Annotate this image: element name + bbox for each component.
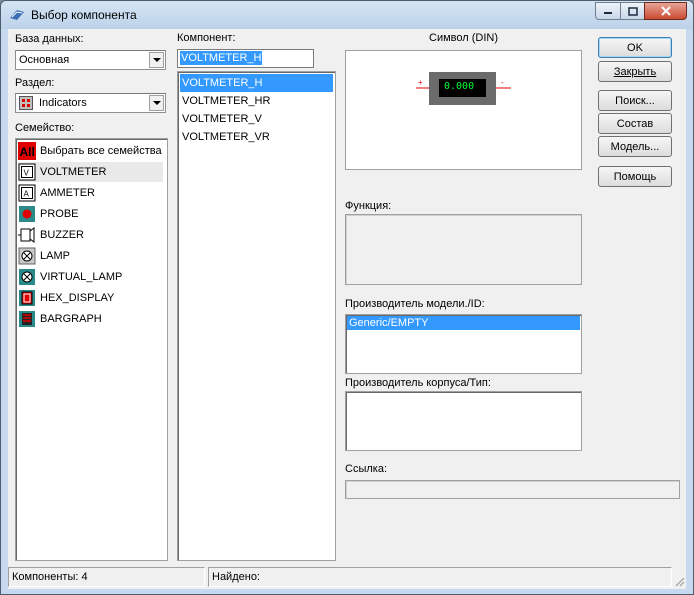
probe-icon bbox=[19, 206, 35, 222]
virtual-lamp-icon bbox=[19, 269, 35, 285]
dialog-client: База данных: Основная Раздел: Indicators… bbox=[8, 29, 686, 589]
status-found: Найдено: bbox=[208, 567, 672, 587]
family-item-ammeter[interactable]: A AMMETER bbox=[18, 183, 163, 203]
group-label: Раздел: bbox=[15, 77, 55, 89]
model-button[interactable]: Модель... bbox=[598, 136, 672, 157]
family-item-label: BUZZER bbox=[40, 229, 84, 241]
maximize-button[interactable] bbox=[620, 2, 645, 20]
hex-display-icon bbox=[19, 290, 35, 306]
database-label: База данных: bbox=[15, 33, 84, 45]
indicators-icon bbox=[19, 96, 33, 110]
group-select[interactable]: Indicators bbox=[15, 93, 166, 113]
link-label: Ссылка: bbox=[345, 463, 387, 475]
family-label: Семейство: bbox=[15, 122, 75, 134]
family-item-label: AMMETER bbox=[40, 187, 95, 199]
buzzer-icon bbox=[18, 227, 35, 243]
package-manufacturer-list[interactable] bbox=[345, 391, 582, 451]
component-search-input[interactable]: VOLTMETER_H bbox=[177, 49, 314, 68]
voltmeter-icon: V bbox=[18, 163, 36, 181]
link-field bbox=[345, 480, 680, 499]
dialog-window: Выбор компонента База данных: Основная Р… bbox=[0, 0, 694, 595]
close-window-button[interactable] bbox=[644, 2, 687, 20]
resize-grip-icon[interactable] bbox=[673, 575, 685, 587]
family-item-label: BARGRAPH bbox=[40, 313, 102, 325]
svg-text:V: V bbox=[24, 169, 30, 178]
model-manufacturer-list[interactable]: Generic/EMPTY bbox=[345, 314, 582, 374]
family-item-label: VIRTUAL_LAMP bbox=[40, 271, 123, 283]
family-item-probe[interactable]: PROBE bbox=[18, 204, 163, 224]
model-manufacturer-item[interactable]: Generic/EMPTY bbox=[347, 316, 580, 330]
package-manufacturer-label: Производитель корпуса/Тип: bbox=[345, 377, 491, 389]
voltmeter-symbol-icon bbox=[416, 72, 511, 105]
family-item-label: VOLTMETER bbox=[40, 166, 107, 178]
family-item-label: LAMP bbox=[40, 250, 70, 262]
family-item-all[interactable]: All Выбрать все семейства bbox=[18, 141, 163, 161]
component-item[interactable]: VOLTMETER_H bbox=[180, 74, 333, 92]
close-button-label: Закрыть bbox=[613, 65, 657, 78]
group-value: Indicators bbox=[39, 97, 87, 109]
close-button[interactable]: Закрыть bbox=[598, 61, 672, 82]
family-item-lamp[interactable]: LAMP bbox=[18, 246, 163, 266]
lamp-icon bbox=[18, 247, 36, 265]
symbol-label: Символ (DIN) bbox=[429, 32, 498, 44]
family-item-hex-display[interactable]: HEX_DISPLAY bbox=[18, 288, 163, 308]
database-value: Основная bbox=[19, 54, 70, 66]
database-dropdown-button[interactable] bbox=[149, 52, 164, 68]
bargraph-icon bbox=[19, 311, 35, 327]
symbol-preview: + - 0.000 bbox=[345, 50, 582, 170]
component-item[interactable]: VOLTMETER_VR bbox=[180, 128, 333, 146]
database-select[interactable]: Основная bbox=[15, 50, 166, 70]
component-label: Компонент: bbox=[177, 32, 236, 44]
svg-text:All: All bbox=[20, 145, 35, 159]
ammeter-icon: A bbox=[18, 184, 36, 202]
group-dropdown-button[interactable] bbox=[149, 95, 164, 111]
title-bar[interactable]: Выбор компонента bbox=[1, 1, 693, 29]
detail-button[interactable]: Состав bbox=[598, 113, 672, 134]
family-item-virtual-lamp[interactable]: VIRTUAL_LAMP bbox=[18, 267, 163, 287]
meter-plus-label: + bbox=[418, 78, 423, 87]
family-item-voltmeter[interactable]: V VOLTMETER bbox=[18, 162, 163, 182]
svg-text:A: A bbox=[24, 190, 30, 199]
family-item-label: PROBE bbox=[40, 208, 79, 220]
chevron-down-icon bbox=[152, 57, 161, 62]
window-title: Выбор компонента bbox=[31, 8, 137, 22]
model-manufacturer-label: Производитель модели./ID: bbox=[345, 298, 485, 310]
component-item[interactable]: VOLTMETER_V bbox=[180, 110, 333, 128]
chevron-down-icon bbox=[152, 100, 161, 105]
meter-minus-label: - bbox=[501, 78, 504, 87]
ok-button[interactable]: OK bbox=[598, 37, 672, 58]
component-item[interactable]: VOLTMETER_HR bbox=[180, 92, 333, 110]
minimize-icon bbox=[604, 12, 612, 14]
component-list[interactable]: VOLTMETER_H VOLTMETER_HR VOLTMETER_V VOL… bbox=[177, 71, 336, 561]
app-logo-icon bbox=[10, 10, 24, 20]
help-button[interactable]: Помощь bbox=[598, 166, 672, 187]
family-item-bargraph[interactable]: BARGRAPH bbox=[18, 309, 163, 329]
family-list[interactable]: All Выбрать все семейства V VOLTMETER A bbox=[15, 138, 168, 561]
function-box bbox=[345, 214, 582, 285]
meter-display: 0.000 bbox=[444, 81, 475, 92]
close-icon bbox=[660, 6, 671, 16]
family-item-buzzer[interactable]: BUZZER bbox=[18, 225, 163, 245]
maximize-icon bbox=[627, 6, 638, 16]
family-item-label: Выбрать все семейства bbox=[40, 145, 162, 157]
all-families-icon: All bbox=[18, 142, 36, 160]
family-item-label: HEX_DISPLAY bbox=[40, 292, 115, 304]
function-label: Функция: bbox=[345, 200, 392, 212]
component-search-value: VOLTMETER_H bbox=[180, 51, 263, 65]
status-components: Компоненты: 4 bbox=[8, 567, 205, 587]
search-button[interactable]: Поиск... bbox=[598, 90, 672, 111]
minimize-button[interactable] bbox=[595, 2, 621, 20]
